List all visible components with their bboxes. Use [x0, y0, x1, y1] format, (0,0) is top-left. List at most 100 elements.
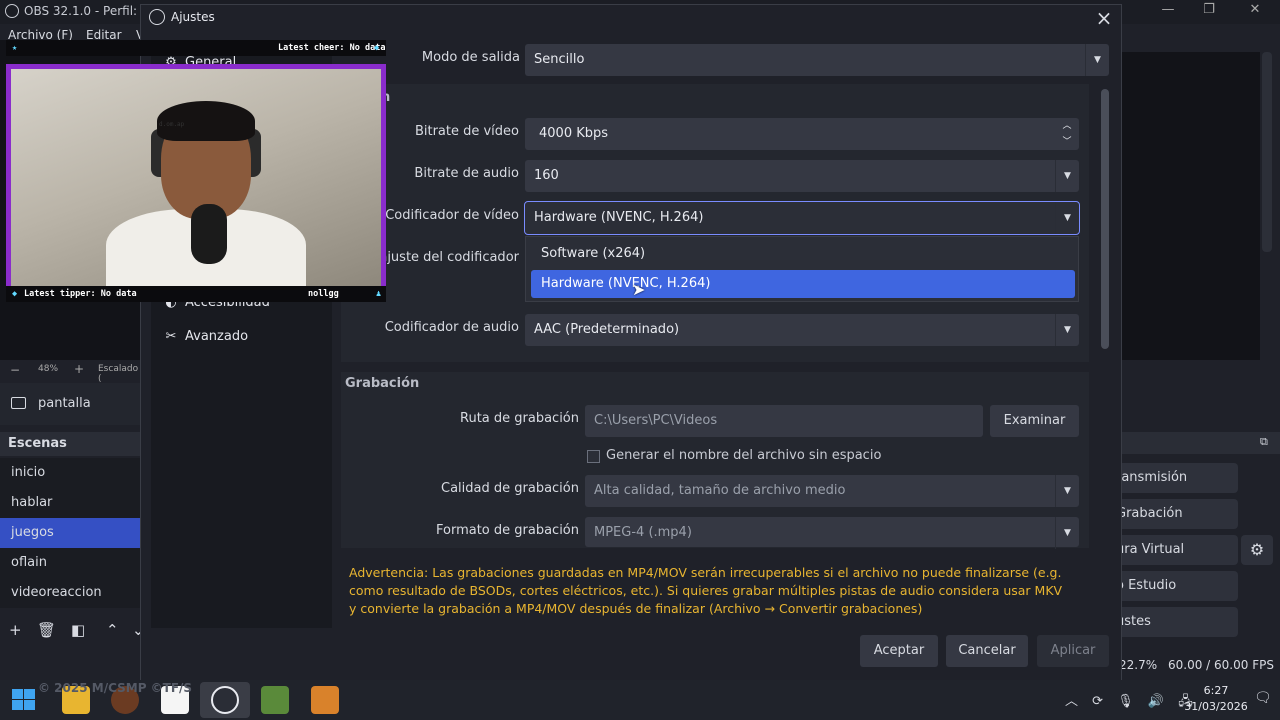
preview-canvas-right: [1120, 52, 1260, 360]
video-bitrate-label: Bitrate de vídeo: [414, 124, 519, 139]
apply-button[interactable]: Aplicar: [1037, 635, 1109, 667]
video-encoder-select[interactable]: Hardware (NVENC, H.264) ▼: [524, 201, 1080, 235]
move-up-icon[interactable]: ⌃: [106, 621, 119, 639]
virtual-camera-button[interactable]: ura Virtual: [1110, 535, 1238, 565]
rec-path-label: Ruta de grabación: [460, 411, 579, 426]
browse-button[interactable]: Examinar: [990, 405, 1079, 437]
gem-icon: ◆: [12, 289, 18, 299]
chevron-down-icon: ▼: [1055, 202, 1079, 234]
virtual-camera-settings-button[interactable]: ⚙: [1241, 535, 1273, 565]
obs-taskbar-icon[interactable]: [211, 686, 239, 714]
status-bar: 22.7% 60.00 / 60.00 FPS: [1110, 655, 1280, 677]
video-encoder-label: Codificador de vídeo: [385, 208, 519, 223]
scene-item-inicio[interactable]: inicio: [0, 458, 140, 488]
accept-button[interactable]: Aceptar: [860, 635, 938, 667]
fps-readout: 60.00 / 60.00 FPS: [1168, 658, 1274, 672]
zoom-out-icon[interactable]: −: [10, 363, 20, 377]
windows-start-icon[interactable]: [12, 689, 36, 711]
mp4-warning-text: Advertencia: Las grabaciones guardadas e…: [349, 565, 1063, 616]
audio-encoder-label: Codificador de audio: [384, 320, 519, 335]
microphone-icon[interactable]: 🎙: [1117, 694, 1134, 709]
spin-up-icon[interactable]: ︿: [1055, 118, 1079, 134]
cam-watermark: d.om.ap: [159, 121, 185, 128]
tools-icon: ✂: [165, 329, 177, 344]
rec-quality-label: Calidad de grabación: [441, 481, 579, 496]
dialog-title: Ajustes: [171, 10, 215, 24]
source-row[interactable]: pantalla: [0, 383, 140, 425]
chevron-down-icon: ▼: [1055, 475, 1079, 507]
rec-format-label: Formato de grabación: [435, 523, 579, 538]
speaker-icon[interactable]: 🔊: [1148, 694, 1164, 709]
preview-scrollbar[interactable]: [1262, 52, 1272, 252]
chevron-up-icon[interactable]: ︿: [1065, 694, 1078, 709]
cam-top-bar: ★ Latest cheer: No data ◆: [6, 40, 386, 56]
rec-path-field[interactable]: C:\Users\PC\Videos: [585, 405, 983, 437]
encoder-preset-label: eajuste del codificador: [371, 250, 519, 265]
dropdown-option-hardware[interactable]: Hardware (NVENC, H.264): [531, 270, 1075, 298]
trash-icon[interactable]: 🗑: [37, 621, 56, 639]
add-scene-icon[interactable]: +: [9, 621, 22, 639]
scene-item-juegos[interactable]: juegos: [0, 518, 140, 548]
cpu-usage: 22.7%: [1119, 658, 1158, 672]
chevron-down-icon: ▼: [1055, 517, 1079, 549]
zoom-in-icon[interactable]: +: [74, 362, 84, 376]
monitor-icon: [11, 397, 26, 409]
recording-section-title: Grabación: [345, 376, 420, 391]
taskbar-clock[interactable]: 6:27 31/03/2026: [1180, 683, 1252, 715]
source-name: pantalla: [38, 396, 91, 411]
audio-bitrate-label: Bitrate de audio: [414, 166, 519, 181]
sync-icon[interactable]: ⟳: [1092, 694, 1103, 709]
no-space-checkbox[interactable]: [587, 450, 600, 463]
system-tray: ︿ ⟳ 🎙 🔊 🖧: [1065, 690, 1193, 714]
output-mode-select[interactable]: Sencillo ▼: [525, 44, 1109, 76]
video-encoder-dropdown: Software (x264) Hardware (NVENC, H.264): [525, 236, 1079, 302]
rec-quality-select[interactable]: Alta calidad, tamaño de archivo medio ▼: [585, 475, 1079, 507]
start-streaming-button[interactable]: ransmisión: [1110, 463, 1238, 493]
settings-button[interactable]: ustes: [1110, 607, 1238, 637]
box-app-icon[interactable]: [311, 686, 339, 714]
audio-bitrate-select[interactable]: 160 ▼: [525, 160, 1079, 192]
minimize-icon[interactable]: —: [1158, 2, 1178, 20]
minecraft-icon[interactable]: [261, 686, 289, 714]
undock-icon[interactable]: ⧉: [1260, 435, 1268, 449]
zoom-bar: − 48% + Escalado (: [0, 360, 140, 384]
chevron-down-icon: ▼: [1055, 314, 1079, 346]
settings-scrollbar[interactable]: [1101, 89, 1109, 349]
controls-header: ⧉: [1120, 432, 1280, 454]
latest-cheer-text: Latest cheer: No data: [278, 43, 386, 53]
cam-frame: d.om.ap: [6, 64, 386, 299]
dropdown-option-software[interactable]: Software (x264): [531, 240, 1075, 268]
copyright-watermark: © 2025 M/CSMP ©TF/S: [38, 681, 193, 695]
close-window-icon[interactable]: ✕: [1245, 2, 1265, 20]
filter-icon[interactable]: ◧: [71, 621, 85, 639]
zoom-level: 48%: [38, 364, 59, 374]
scene-item-oflain[interactable]: oflain: [0, 548, 140, 578]
studio-mode-button[interactable]: o Estudio: [1110, 571, 1238, 601]
close-icon[interactable]: ×: [1093, 6, 1115, 30]
notification-icon[interactable]: 🗨: [1254, 690, 1272, 706]
scene-item-videoreaccion[interactable]: videoreaccion: [0, 578, 140, 608]
obs-logo-icon: [5, 4, 19, 18]
scale-label: Escalado (: [98, 364, 139, 384]
no-space-checkbox-label: Generar el nombre del archivo sin espaci…: [606, 448, 882, 463]
spin-down-icon[interactable]: ﹀: [1055, 134, 1079, 150]
gear-icon: ⚙: [1249, 540, 1265, 559]
scenes-header: Escenas: [0, 432, 140, 456]
video-bitrate-spinbox[interactable]: 4000 Kbps ︿ ﹀: [525, 118, 1079, 150]
rec-format-select[interactable]: MPEG-4 (.mp4) ▼: [585, 517, 1079, 549]
person-icon: ♟: [376, 289, 382, 299]
maximize-icon[interactable]: ❐: [1199, 2, 1219, 20]
scenes-list: inicio hablar juegos oflain videoreaccio…: [0, 458, 140, 608]
cancel-button[interactable]: Cancelar: [946, 635, 1028, 667]
scene-item-hablar[interactable]: hablar: [0, 488, 140, 518]
dialog-titlebar: Ajustes ×: [141, 5, 1121, 31]
mouse-cursor-icon: ➤: [632, 280, 646, 299]
sidebar-item-advanced[interactable]: ✂ Avanzado: [163, 329, 248, 353]
clock-time: 6:27: [1203, 684, 1229, 697]
chevron-down-icon: ▼: [1085, 44, 1109, 76]
start-recording-button[interactable]: Grabación: [1110, 499, 1238, 529]
audio-encoder-select[interactable]: AAC (Predeterminado) ▼: [525, 314, 1079, 346]
latest-tipper-text: Latest tipper: No data: [24, 289, 137, 299]
webcam-overlay: ★ Latest cheer: No data ◆ d.om.ap ◆ Late…: [2, 40, 392, 302]
clock-date: 31/03/2026: [1184, 700, 1248, 713]
